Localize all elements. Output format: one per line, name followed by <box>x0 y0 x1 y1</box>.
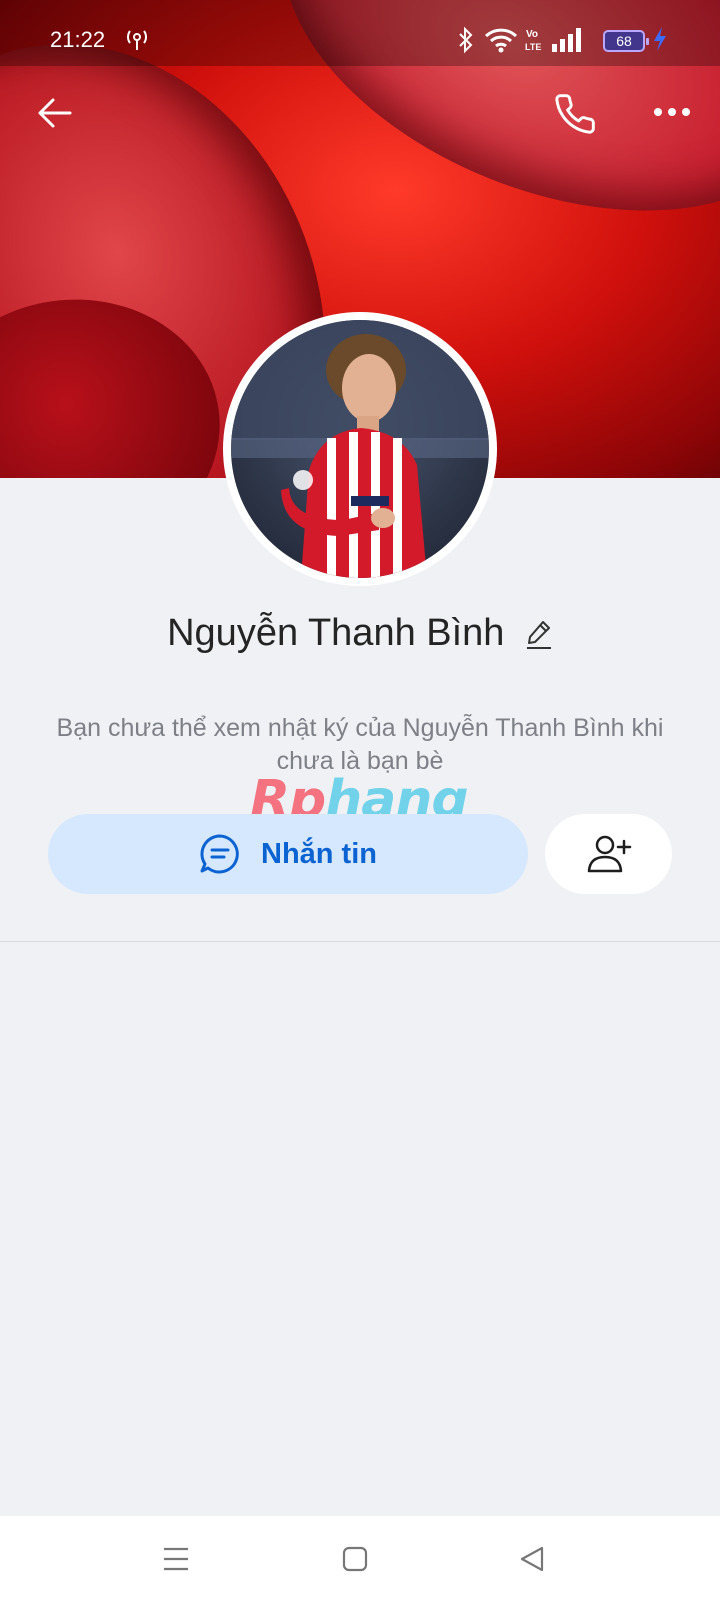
status-time: 21:22 <box>50 27 106 52</box>
status-bar: 21:22 Vo LTE 68 <box>0 0 720 66</box>
message-button-label: Nhắn tin <box>261 837 377 870</box>
wifi-icon <box>484 28 518 53</box>
volte-icon: Vo LTE <box>525 29 541 52</box>
home-square-icon[interactable] <box>341 1544 369 1574</box>
charging-icon <box>654 27 666 51</box>
svg-text:LTE: LTE <box>525 42 541 52</box>
signal-icon <box>552 28 581 52</box>
chat-bubble-icon <box>200 834 239 874</box>
avatar-photo <box>231 320 489 578</box>
more-options-button[interactable] <box>652 102 692 122</box>
profile-name-row: Nguyễn Thanh Bình <box>0 612 720 664</box>
battery-icon: 68 <box>603 30 649 52</box>
back-triangle-icon[interactable] <box>518 1544 546 1574</box>
profile-name: Nguyễn Thanh Bình <box>167 612 505 654</box>
add-user-icon <box>587 835 631 873</box>
bluetooth-icon <box>459 26 473 54</box>
back-button[interactable] <box>36 94 74 132</box>
avatar-person-illustration <box>231 320 489 578</box>
avatar[interactable] <box>223 312 497 586</box>
svg-text:Vo: Vo <box>526 29 538 40</box>
add-friend-button[interactable] <box>545 814 672 894</box>
system-navigation-bar <box>0 1516 720 1604</box>
message-button[interactable]: Nhắn tin <box>48 814 528 894</box>
hotspot-icon <box>127 30 147 50</box>
call-button[interactable] <box>553 92 597 136</box>
privacy-notice: Bạn chưa thể xem nhật ký của Nguyễn Than… <box>56 714 664 775</box>
menu-icon[interactable] <box>162 1544 190 1574</box>
section-divider <box>0 941 720 942</box>
edit-name-button[interactable] <box>525 618 553 650</box>
